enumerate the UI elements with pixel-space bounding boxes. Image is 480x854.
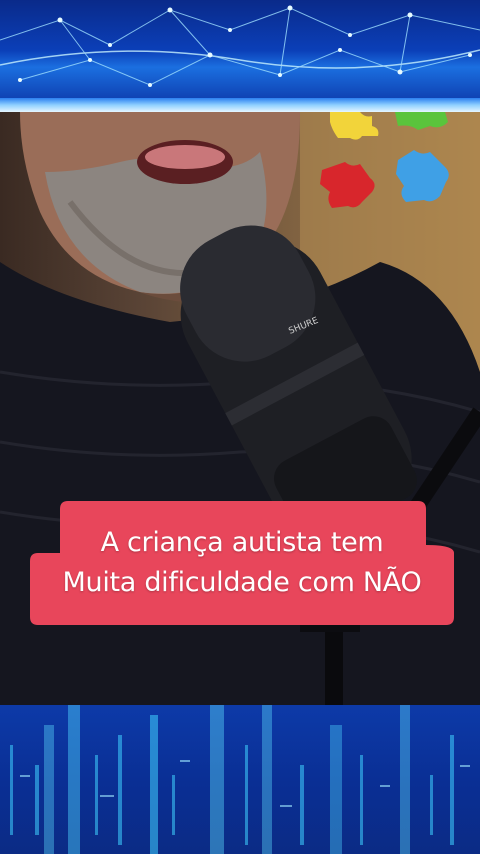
bottom-banner (0, 705, 480, 854)
caption-line-2: Muita dificuldade com NÃO (62, 567, 422, 598)
top-banner-stripe (0, 98, 480, 112)
network-graphic (0, 5, 480, 87)
caption-box: A criança autista tem Muita dificuldade … (30, 501, 454, 625)
caption-text: A criança autista tem Muita dificuldade … (63, 523, 422, 603)
video-frame: SHURE A criança autista tem Muita dificu… (0, 0, 480, 854)
video-scene: SHURE A criança autista tem Muita dificu… (0, 112, 480, 705)
equalizer-graphic (10, 705, 470, 854)
caption-line-1: A criança autista tem (100, 527, 384, 558)
top-banner (0, 0, 480, 112)
